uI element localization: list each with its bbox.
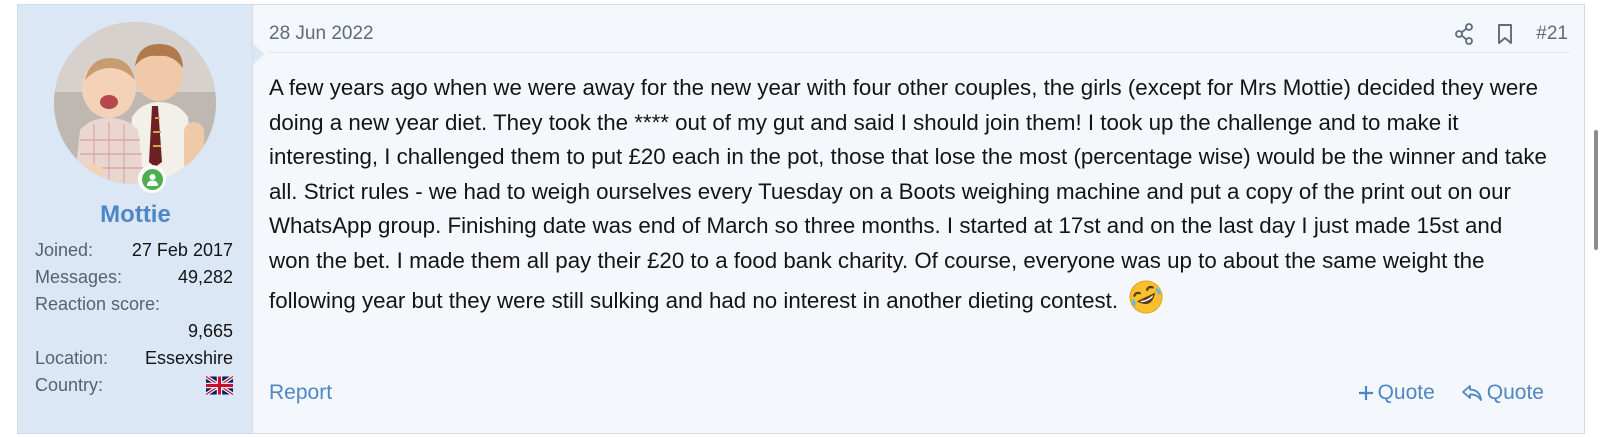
stat-country: Country: [35, 372, 233, 399]
post-main: 28 Jun 2022 #21 A few years ago when we … [253, 5, 1584, 433]
stat-value: 27 Feb 2017 [131, 240, 233, 260]
footer-actions: Quote Quote [1358, 381, 1544, 405]
reply-quote-button[interactable]: Quote [1461, 381, 1544, 405]
rolling-laughing-emoji [1129, 280, 1163, 314]
page-scrollbar[interactable] [1590, 0, 1600, 437]
post-date[interactable]: 28 Jun 2022 [269, 23, 374, 45]
post-header-actions: #21 [1454, 15, 1568, 53]
stat-label: Reaction score: [35, 294, 161, 314]
plus-icon [1358, 386, 1373, 400]
stat-label: Joined: [35, 240, 94, 260]
stat-reaction-value-row: 9,665 [35, 318, 233, 345]
post-body: A few years ago when we were away for th… [269, 71, 1549, 318]
user-stats: Joined: 27 Feb 2017 Messages: 49,282 Rea… [35, 237, 233, 399]
stat-joined: Joined: 27 Feb 2017 [35, 237, 233, 264]
stat-value: 49,282 [177, 267, 233, 287]
post-header: 28 Jun 2022 [269, 15, 1569, 53]
user-cell: Mottie Joined: 27 Feb 2017 Messages: 49,… [18, 5, 264, 433]
post-footer: Report Quote Quote [269, 373, 1544, 413]
multiquote-label: Quote [1377, 381, 1435, 404]
bookmark-icon[interactable] [1496, 23, 1514, 45]
reply-icon [1461, 385, 1482, 401]
uk-flag-icon [206, 376, 233, 395]
multiquote-button[interactable]: Quote [1358, 381, 1435, 405]
stat-value: 9,665 [187, 321, 233, 341]
scrollbar-thumb[interactable] [1594, 130, 1598, 250]
username-link[interactable]: Mottie [18, 201, 253, 229]
stat-messages: Messages: 49,282 [35, 264, 233, 291]
post-number-link[interactable]: #21 [1536, 23, 1568, 45]
post-text: A few years ago when we were away for th… [269, 75, 1547, 313]
person-icon [146, 173, 158, 186]
avatar[interactable] [54, 22, 216, 184]
reply-quote-label: Quote [1486, 381, 1544, 404]
forum-post: Mottie Joined: 27 Feb 2017 Messages: 49,… [17, 4, 1585, 434]
avatar-photo [54, 22, 216, 184]
stat-label: Messages: [35, 267, 123, 287]
stat-location: Location: Essexshire [35, 345, 233, 372]
stat-reaction-label-row: Reaction score: [35, 291, 233, 318]
report-link[interactable]: Report [269, 381, 332, 405]
share-icon[interactable] [1454, 23, 1474, 45]
stat-value: Essexshire [144, 348, 233, 368]
stat-label: Location: [35, 348, 109, 368]
online-status-icon [138, 165, 166, 193]
stat-label: Country: [35, 375, 104, 395]
